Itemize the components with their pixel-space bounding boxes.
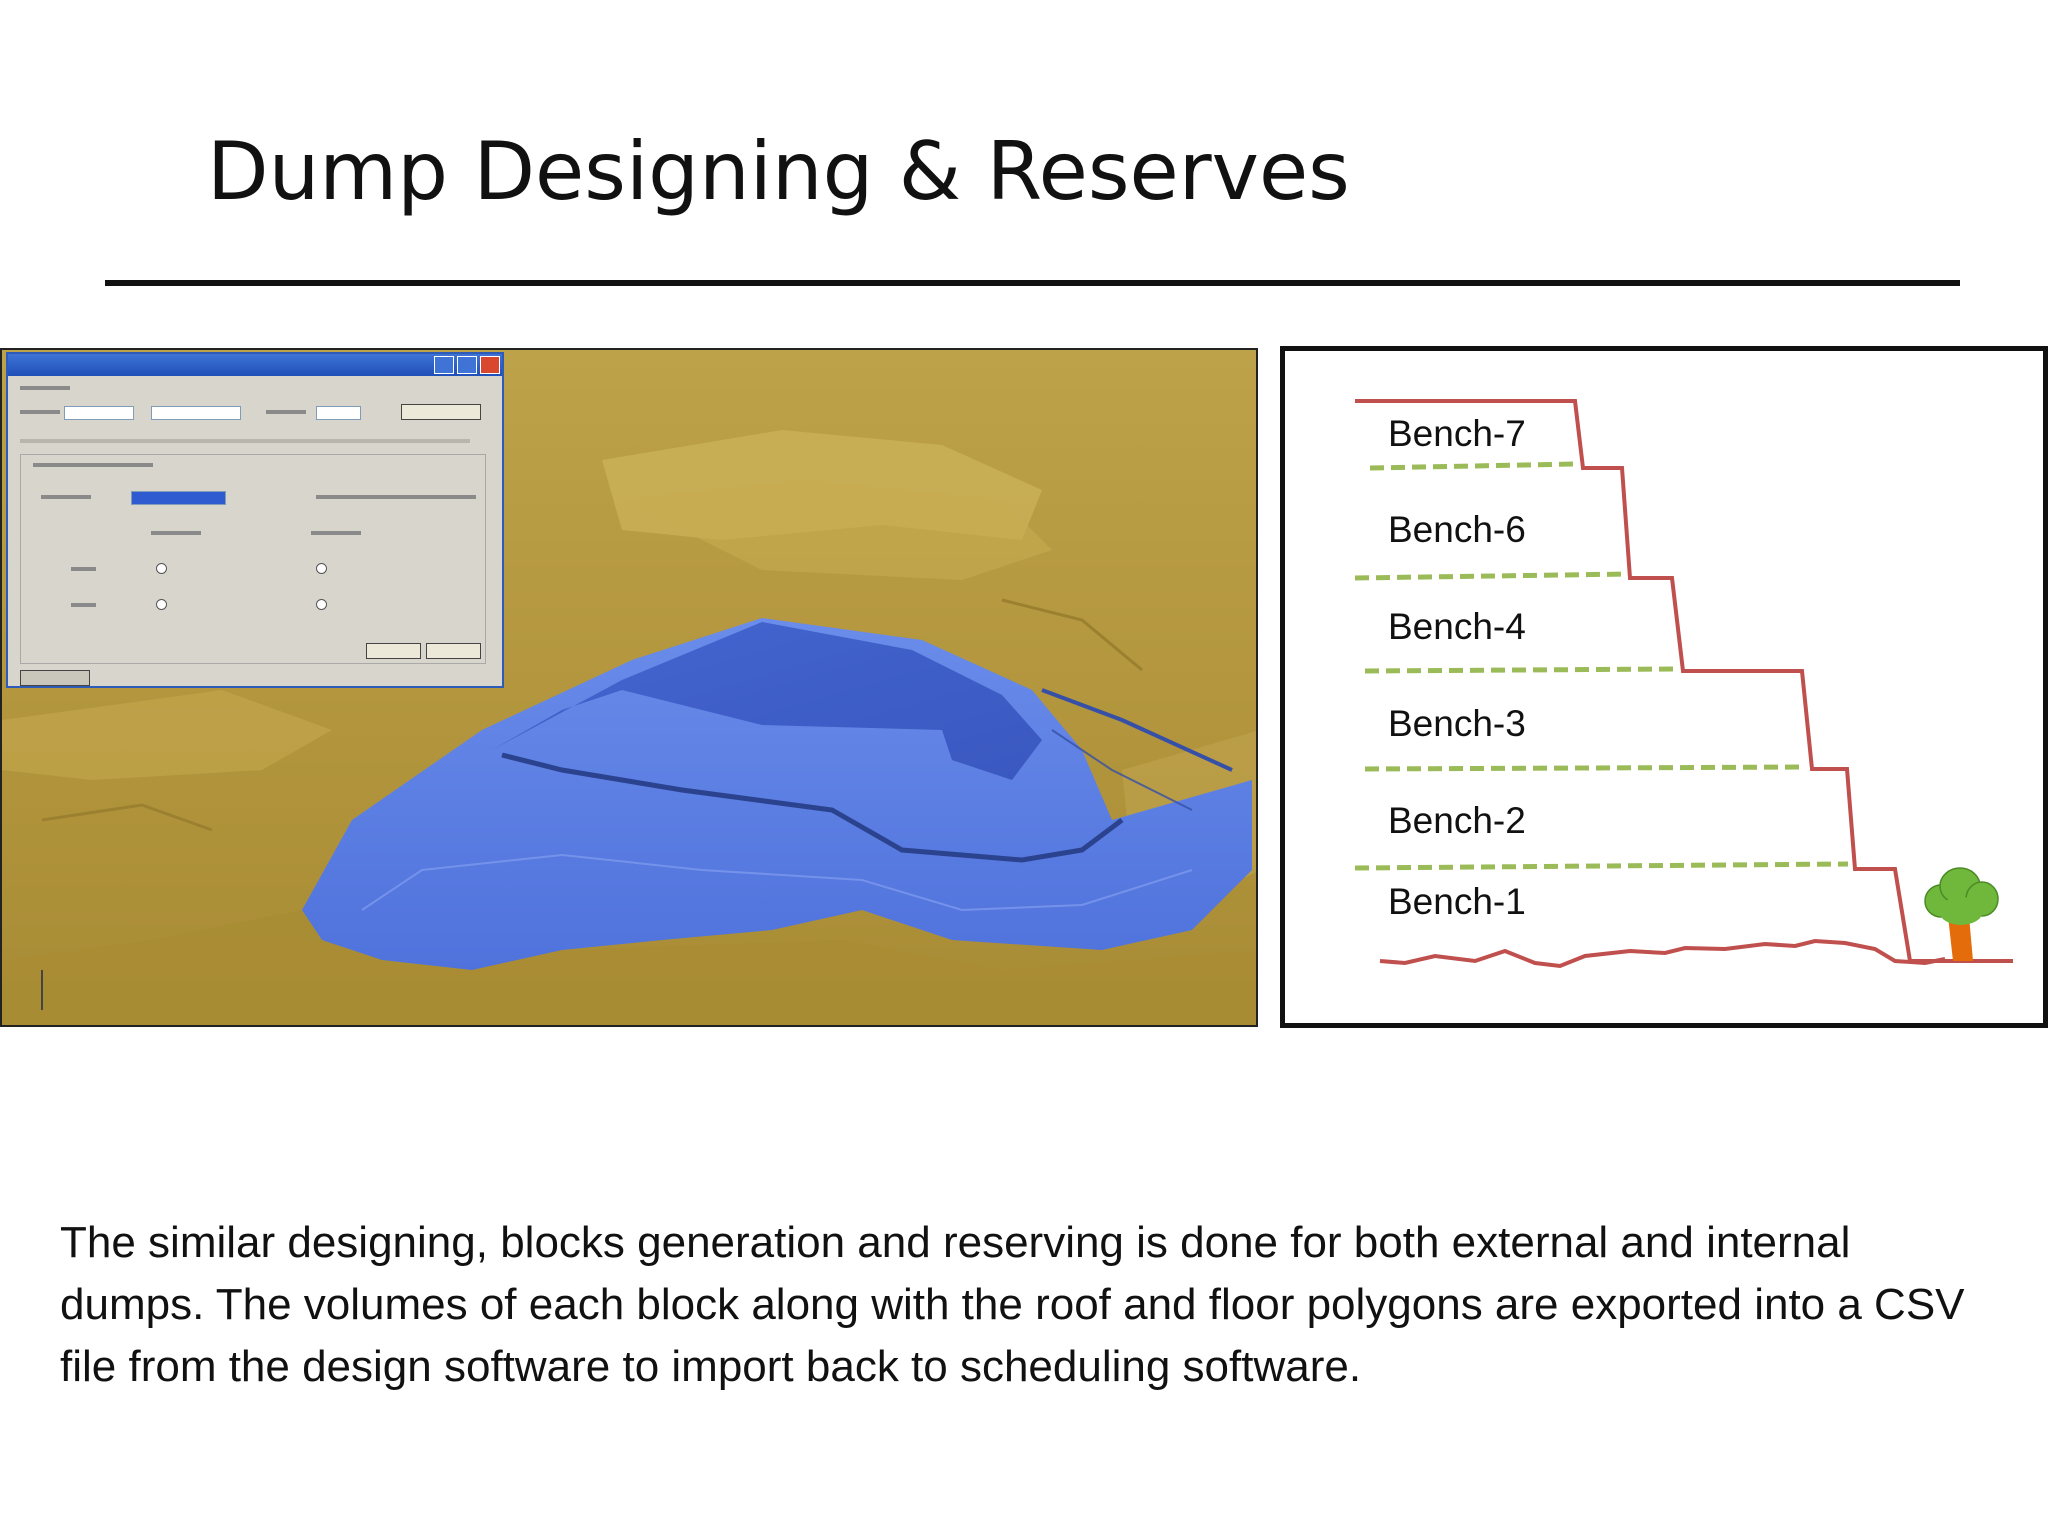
- maximize-icon: [457, 356, 477, 374]
- ok-button: [366, 643, 421, 659]
- radio-option: [156, 563, 167, 574]
- bench-list-button: [401, 404, 481, 420]
- mode-select: [151, 406, 241, 420]
- bench-divider: [1369, 461, 1576, 471]
- bench-label: Bench-4: [1388, 606, 1526, 647]
- bench-divider: [1354, 571, 1631, 581]
- bench-label: Bench-1: [1388, 881, 1526, 922]
- slide-title: Dump Designing & Reserves: [207, 125, 1350, 218]
- dialog-titlebar: [8, 354, 502, 376]
- pit-design-dialog: [6, 352, 504, 688]
- bench-label: Bench-3: [1388, 703, 1526, 744]
- tree-icon: [1924, 867, 1999, 961]
- dialog-body: [16, 384, 494, 686]
- taskbar-item: [20, 670, 90, 686]
- slide-body-text: The similar designing, blocks generation…: [60, 1218, 1965, 1391]
- options-group: [20, 454, 486, 664]
- cancel-button: [426, 643, 481, 659]
- parameter-select: [131, 491, 226, 505]
- ground-line: [1379, 938, 1946, 969]
- radio-option: [316, 563, 327, 574]
- dump-profile-line: [1355, 399, 2013, 963]
- bench-divider: [1364, 666, 1676, 674]
- value-field: [316, 406, 361, 420]
- bench-label: Bench-6: [1388, 509, 1526, 550]
- title-divider: [105, 280, 1960, 286]
- method-select: [64, 406, 134, 420]
- bench-label: Bench-7: [1388, 413, 1526, 454]
- bench-label: Bench-2: [1388, 800, 1526, 841]
- minimize-icon: [434, 356, 454, 374]
- close-icon: [480, 356, 500, 374]
- radio-option: [316, 599, 327, 610]
- bench-divider: [1364, 764, 1806, 772]
- bench-divider: [1354, 861, 1849, 871]
- radio-option: [156, 599, 167, 610]
- bench-profile-diagram: Bench-7 Bench-6 Bench-4 Bench-3 Bench-2 …: [1280, 346, 2048, 1028]
